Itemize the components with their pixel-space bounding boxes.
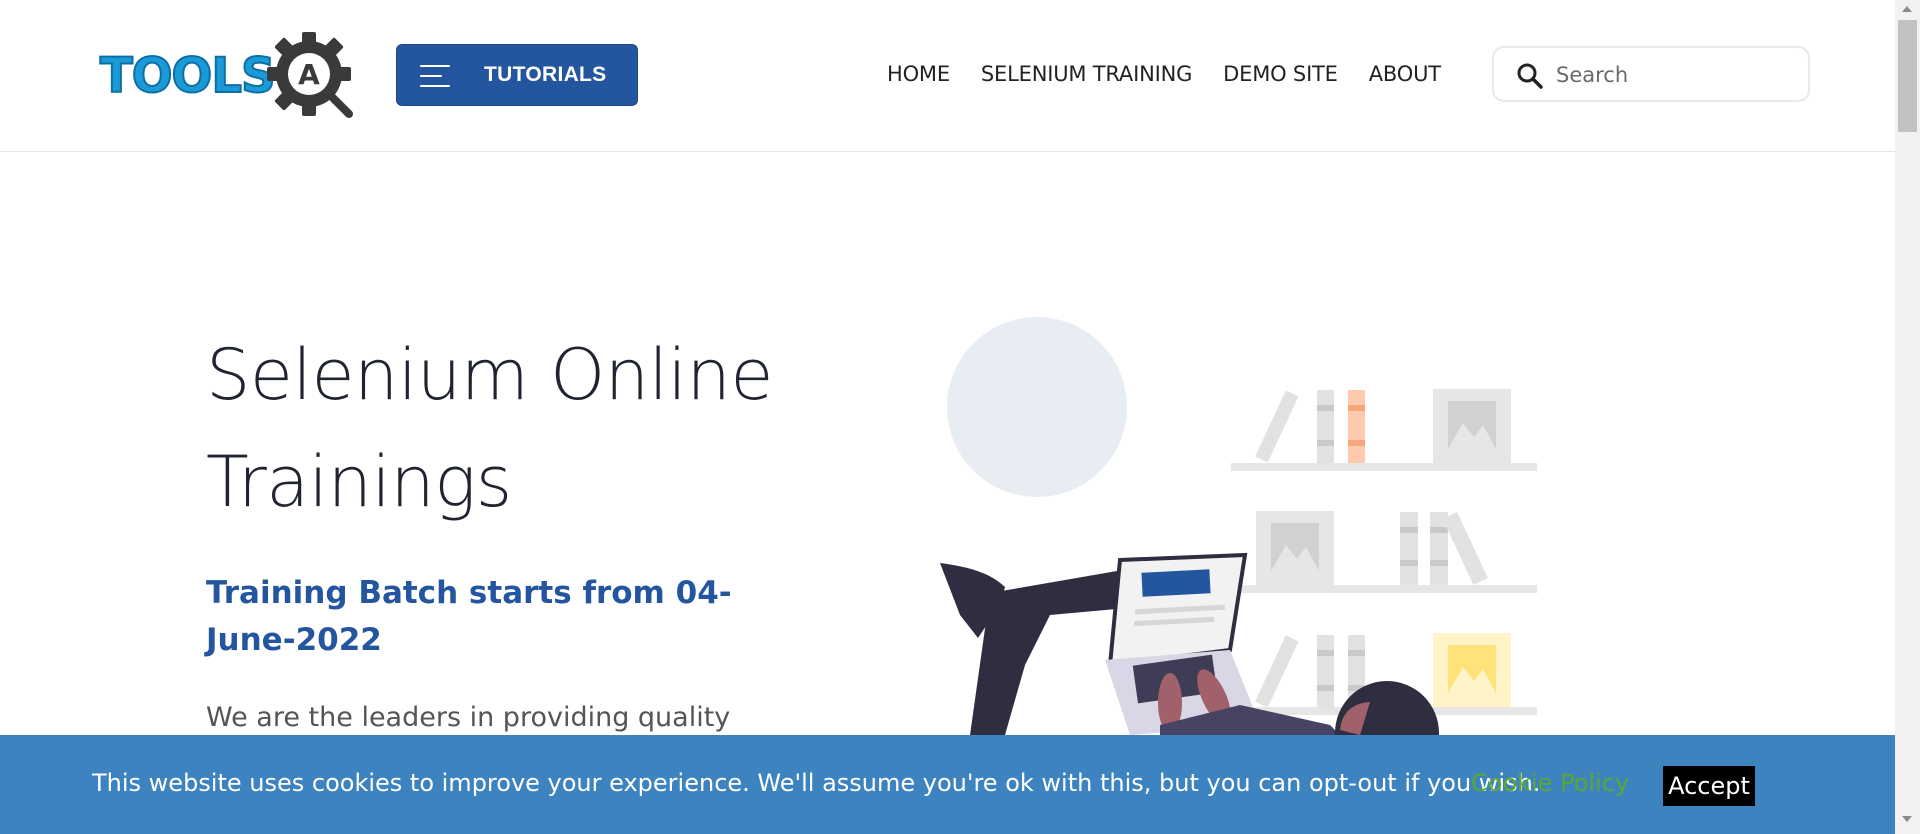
hero-description: We are the leaders in providing quality [206,702,731,733]
person-with-laptop-illustration [940,317,1537,735]
tutorials-menu-button[interactable]: TUTORIALS [396,44,638,106]
accept-cookies-button[interactable]: Accept [1663,766,1755,806]
main-nav: HOME SELENIUM TRAINING DEMO SITE ABOUT [887,62,1472,86]
search-icon [1517,63,1543,89]
cookie-consent-bar: This website uses cookies to improve you… [0,735,1895,834]
nav-demo-site[interactable]: DEMO SITE [1223,62,1338,86]
hamburger-menu-icon [420,63,450,89]
site-header: TOOLS A TUTORIALS HOME SELENIUM TRAINING… [0,0,1895,152]
page-scrollbar[interactable] [1895,0,1920,834]
scrollbar-thumb[interactable] [1898,20,1917,132]
hero-title: Selenium Online Trainings [206,334,773,523]
nav-about[interactable]: ABOUT [1369,62,1441,86]
gear-logo-icon: A [267,32,353,118]
toolsqa-logo[interactable]: TOOLS A [99,28,360,123]
cookie-message: This website uses cookies to improve you… [92,769,1541,797]
svg-text:A: A [298,58,320,91]
tutorials-label: TUTORIALS [484,63,607,86]
cookie-policy-link[interactable]: Cookie Policy [1471,769,1629,797]
scroll-down-arrow-icon[interactable] [1902,816,1912,822]
logo-wordmark: TOOLS [99,47,277,105]
scroll-up-arrow-icon[interactable] [1902,6,1912,12]
search-box[interactable] [1492,46,1810,102]
nav-selenium-training[interactable]: SELENIUM TRAINING [981,62,1192,86]
search-input[interactable] [1554,58,1788,92]
training-batch-subtitle: Training Batch starts from 04-June-2022 [206,575,732,658]
nav-home[interactable]: HOME [887,62,950,86]
